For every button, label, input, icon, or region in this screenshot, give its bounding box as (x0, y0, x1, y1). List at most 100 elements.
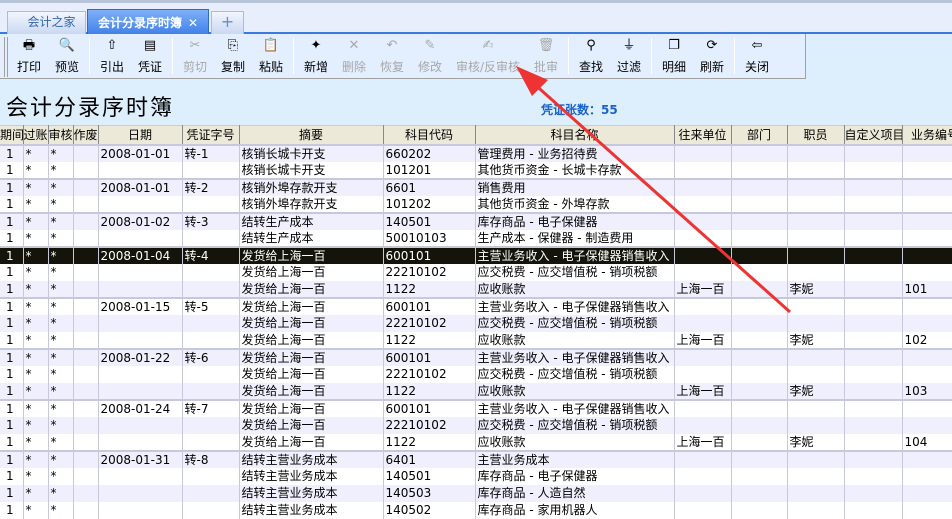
cell-date: 2008-01-22 (98, 347, 183, 366)
toolbar-grip[interactable] (4, 37, 8, 77)
cell-bizno: 103 (902, 382, 952, 400)
table-header-row: 期间 过账 审核 作废 日期 凭证字号 摘要 科目代码 科目名称 往来单位 部门 职员 自定义项目 业务编… (0, 125, 952, 145)
column-header[interactable]: 凭证字号 (182, 125, 240, 145)
cell-code: 101201 (383, 161, 476, 179)
column-header[interactable]: 科目代码 (383, 125, 476, 145)
new-tab-button[interactable]: + (211, 11, 244, 34)
cell-custom (844, 314, 903, 332)
column-header[interactable]: 往来单位 (674, 125, 732, 145)
modify-button[interactable]: ✎ 修改 (411, 34, 449, 78)
refresh-button[interactable]: ⟳ 刷新 (693, 34, 731, 78)
table-row[interactable]: 1 * * 2008-01-24 转-7 发货给上海一百 600101 主营业务收入 - 电子… (0, 398, 952, 417)
column-header[interactable]: 期间 (0, 125, 24, 145)
approve-button[interactable]: 🗑 批审 (527, 34, 565, 78)
table-row[interactable]: 1 * * 发货给上海一百 22210102 应交税费 - 应交增值税 - 销项税额 (0, 314, 952, 332)
table-row[interactable]: 1 * * 发货给上海一百 1122 应收账款 上海一百 李妮 104 (0, 433, 952, 451)
table-row[interactable]: 1 * * 2008-01-01 转-1 核销长城卡开支 660202 管理费用 - 业务招待… (0, 143, 952, 162)
table-row[interactable]: 1 * * 发货给上海一百 1122 应收账款 上海一百 李妮 103 (0, 382, 952, 400)
column-header[interactable]: 自定义项目 (844, 125, 903, 145)
cell-voucher: 转-4 (182, 245, 240, 264)
delete-button[interactable]: ✕ 删除 (335, 34, 373, 78)
new-button[interactable]: ✦ 新增 (297, 34, 335, 78)
cell-voided (73, 382, 99, 400)
table-row[interactable]: 1 * * 发货给上海一百 22210102 应交税费 - 应交增值税 - 销项税额 (0, 416, 952, 434)
column-header[interactable]: 部门 (731, 125, 788, 145)
cell-voided (73, 177, 99, 196)
tab-accounting-home[interactable]: 会计之家 (7, 11, 86, 34)
column-header[interactable]: 摘要 (239, 125, 384, 145)
preview-button[interactable]: 🔍 预览 (48, 34, 86, 78)
cut-button[interactable]: ✂ 剪切 (176, 34, 214, 78)
refresh-icon: ⟳ (706, 38, 718, 53)
cell-posted: * (23, 161, 49, 179)
audit-button[interactable]: ✍ 审核/反审核 (449, 34, 527, 78)
paste-button[interactable]: 📋 粘贴 (252, 34, 290, 78)
column-header[interactable]: 过账 (23, 125, 49, 145)
toolbar-button-label: 凭证 (137, 60, 162, 74)
cell-code: 1122 (383, 280, 476, 298)
cell-custom (844, 365, 903, 383)
cell-staff (787, 467, 845, 485)
column-header[interactable]: 审核 (48, 125, 74, 145)
table-row[interactable]: 1 * * 2008-01-02 转-3 结转生产成本 140501 库存商品 - 电子保健器 (0, 211, 952, 230)
table-row[interactable]: 1 * * 结转主营业务成本 140501 库存商品 - 电子保健器 (0, 467, 952, 485)
cell-custom (844, 177, 903, 196)
column-header[interactable]: 业务编号 (902, 125, 952, 145)
cell-partner (674, 195, 732, 213)
copy-button[interactable]: ⎘ 复制 (214, 34, 252, 78)
cell-partner (674, 211, 732, 230)
cell-custom (844, 245, 903, 264)
cell-bizno (902, 398, 952, 417)
find-button[interactable]: ⚲ 查找 (572, 34, 610, 78)
table-row[interactable]: 1 * * 结转主营业务成本 140503 库存商品 - 人造自然 (0, 484, 952, 502)
toolbar-button-label: 明细 (661, 60, 686, 74)
close-button[interactable]: ⇦ 关闭 (738, 34, 776, 78)
cell-voucher (182, 467, 240, 485)
cell-summary: 结转主营业务成本 (238, 484, 384, 502)
toolbar-separator (293, 38, 294, 74)
tab-journal-entries[interactable]: 会计分录序时簿 ✕ (87, 9, 209, 36)
cell-code: 22210102 (383, 314, 476, 332)
table-row[interactable]: 1 * * 核销外埠存款开支 101202 其他货币资金 - 外埠存款 (0, 195, 952, 213)
filter-button[interactable]: ⏚ 过滤 (610, 34, 648, 78)
column-header[interactable]: 日期 (98, 125, 183, 145)
cell-bizno (902, 195, 952, 213)
table-row[interactable]: 1 * * 2008-01-15 转-5 发货给上海一百 600101 主营业务收入 - 电子… (0, 296, 952, 315)
cell-audited: * (48, 467, 74, 485)
table-row[interactable]: 1 * * 2008-01-31 转-8 结转主营业务成本 6401 主营业务成本 (0, 449, 952, 468)
table-row[interactable]: 1 * * 核销长城卡开支 101201 其他货币资金 - 长城卡存款 (0, 161, 952, 179)
column-header[interactable]: 作废 (73, 125, 99, 145)
column-header[interactable]: 职员 (787, 125, 845, 145)
cell-staff (787, 143, 845, 162)
cell-audited: * (48, 177, 74, 196)
table-row[interactable]: 1 * * 发货给上海一百 1122 应收账款 上海一百 李妮 102 (0, 331, 952, 349)
close-tab-icon[interactable]: ✕ (188, 16, 198, 30)
voucher-button[interactable]: ▤ 凭证 (131, 34, 169, 78)
column-header[interactable]: 科目名称 (475, 125, 675, 145)
toolbar-button-label: 引出 (99, 60, 124, 74)
cell-voucher (182, 229, 240, 247)
cell-audited: * (48, 280, 74, 298)
table-row[interactable]: 1 * * 发货给上海一百 22210102 应交税费 - 应交增值税 - 销项税额 (0, 263, 952, 281)
cell-audited: * (48, 161, 74, 179)
cell-code: 50010103 (383, 229, 476, 247)
cell-voided (73, 467, 99, 485)
detail-button[interactable]: ❐ 明细 (655, 34, 693, 78)
cell-voided (73, 314, 99, 332)
restore-button[interactable]: ↶ 恢复 (373, 34, 411, 78)
undo-icon: ↶ (386, 38, 398, 53)
cell-summary: 发货给上海一百 (238, 331, 384, 349)
cell-period: 1 (0, 280, 24, 298)
print-button[interactable]: 🖶 打印 (10, 34, 48, 78)
cell-voucher (182, 331, 240, 349)
cell-dept (731, 161, 788, 179)
table-row[interactable]: 1 * * 发货给上海一百 1122 应收账款 上海一百 李妮 101 (0, 280, 952, 298)
table-row[interactable]: 1 * * 发货给上海一百 22210102 应交税费 - 应交增值税 - 销项税额 (0, 365, 952, 383)
cell-summary: 发货给上海一百 (238, 263, 384, 281)
cell-voided (73, 433, 99, 451)
table-row[interactable]: 1 * * 2008-01-22 转-6 发货给上海一百 600101 主营业务收入 - 电子… (0, 347, 952, 366)
table-row[interactable]: 1 * * 结转生产成本 50010103 生产成本 - 保健器 - 制造费用 (0, 229, 952, 247)
export-button[interactable]: ⇧ 引出 (93, 34, 131, 78)
table-row[interactable]: 1 * * 2008-01-01 转-2 核销外埠存款开支 6601 销售费用 (0, 177, 952, 196)
table-row[interactable]: 1 * * 2008-01-04 转-4 发货给上海一百 600101 主营业务收入 - 电子… (0, 245, 952, 264)
